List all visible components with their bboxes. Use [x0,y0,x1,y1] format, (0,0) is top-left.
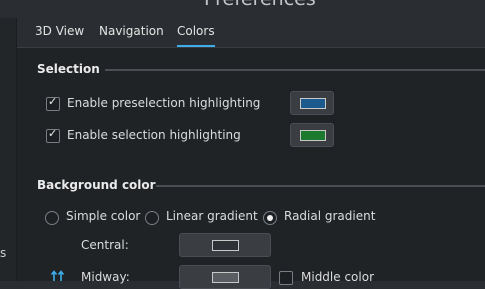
tab-bar: 3D View Navigation Colors [17,18,485,47]
swap-arrows-icon[interactable] [51,270,65,281]
preselection-checkbox[interactable]: ✓ [46,95,60,111]
selection-color-swatch [300,130,326,141]
linear-gradient-radio[interactable] [145,211,159,225]
radial-gradient-label: Radial gradient [284,209,376,223]
selection-checkbox[interactable]: ✓ [46,127,60,143]
midway-label: Midway: [81,270,130,284]
preselection-label: Enable preselection highlighting [67,96,261,110]
middle-color-label: Middle color [301,270,375,284]
midway-color-button[interactable] [179,265,271,289]
central-color-swatch [212,240,239,251]
middle-color-checkbox[interactable] [279,271,293,285]
preselection-color-button[interactable] [290,91,334,115]
background-color-header: Background color [37,178,156,192]
selection-divider [105,69,485,71]
linear-gradient-label: Linear gradient [166,209,258,223]
left-panel: s [0,18,17,281]
left-panel-label: s [0,246,7,260]
check-icon: ✓ [48,95,58,108]
selection-header: Selection [37,62,100,76]
radio-selected-dot [267,215,273,221]
central-color-button[interactable] [179,233,271,257]
tab-3d-view[interactable]: 3D View [35,24,84,45]
background-divider [156,185,485,187]
selection-color-button[interactable] [290,123,334,147]
check-icon: ✓ [48,127,58,140]
window-title: Preferences [204,0,316,10]
colors-panel: Selection ✓ Enable preselection highligh… [17,47,485,289]
central-label: Central: [81,238,129,252]
tab-navigation[interactable]: Navigation [99,24,164,45]
simple-color-radio[interactable] [45,211,59,225]
selection-label: Enable selection highlighting [67,128,241,142]
midway-color-swatch [212,272,239,283]
radial-gradient-radio[interactable] [263,211,277,225]
simple-color-label: Simple color [66,209,141,223]
preselection-color-swatch [300,98,326,109]
tab-colors[interactable]: Colors [177,24,215,47]
